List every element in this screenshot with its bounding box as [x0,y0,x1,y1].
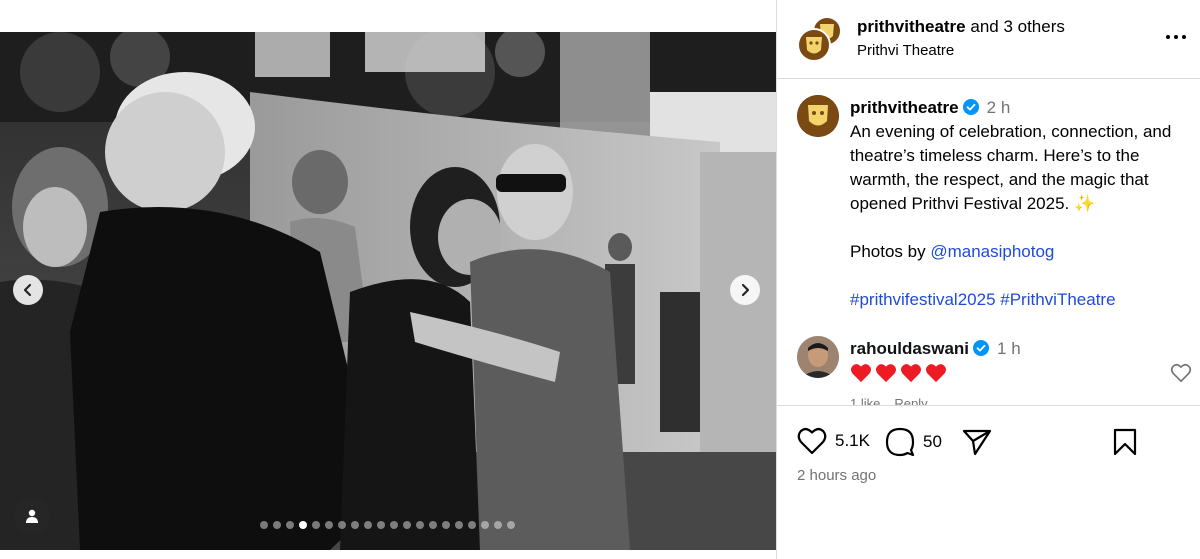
verified-icon [973,340,990,356]
carousel-dot [403,521,411,529]
red-heart-icon [851,364,871,383]
carousel-dot [416,521,424,529]
chevron-right-icon [741,283,750,297]
comment-action: 50 [885,427,942,457]
post-details-panel: prithvitheatre and 3 others Prithvi Thea… [776,0,1200,559]
carousel-dot [312,521,320,529]
carousel-dot [260,521,268,529]
carousel-dot [455,521,463,529]
hashtag-link-festival[interactable]: #prithvifestival2025 [850,290,996,309]
red-heart-icon [926,364,946,383]
header-collab-suffix[interactable]: and 3 others [966,17,1065,36]
carousel-dot [377,521,385,529]
carousel-dot [390,521,398,529]
comment-meta: 1 like Reply [850,396,942,405]
commenter-avatar[interactable] [797,336,839,378]
header-username[interactable]: prithvitheatre [857,17,966,36]
carousel-dot [338,521,346,529]
comment-time[interactable]: 1 h [997,339,1021,358]
like-count[interactable]: 5.1K [835,431,870,451]
carousel-dot [429,521,437,529]
theatre-mask-logo [797,16,842,62]
post-photo[interactable] [0,32,776,550]
comment-likes-count[interactable]: 1 like [850,396,880,405]
heart-icon[interactable] [797,427,827,455]
carousel-dot [494,521,502,529]
post-author-line[interactable]: prithvitheatre and 3 others [857,17,1065,37]
carousel-dot-active [299,521,307,529]
photo-credit-prefix: Photos by [850,242,931,261]
previous-photo-button[interactable] [13,275,43,305]
more-icon [1166,35,1186,39]
theatre-mask-logo [797,95,839,137]
carousel-dot [325,521,333,529]
like-action: 5.1K [797,427,870,455]
user-tag-icon [26,509,38,523]
carousel-dot [442,521,450,529]
comment-count[interactable]: 50 [923,432,942,452]
commenter-username[interactable]: rahouldaswani [850,339,969,358]
carousel-dot [286,521,294,529]
tagged-users-button[interactable] [14,498,50,534]
post-caption: prithvitheatre 2 h An evening of celebrat… [850,96,1196,312]
collab-avatars[interactable] [797,16,843,62]
chevron-left-icon [23,283,32,297]
verified-icon [962,99,979,115]
share-icon [962,429,992,456]
bookmark-icon [1113,428,1137,456]
comment-text: ❤️❤️❤️❤️ [850,363,1150,383]
carousel-dot [273,521,281,529]
caption-text: An evening of celebration, connection, a… [850,122,1172,213]
comment-icon[interactable] [885,427,915,457]
caption-username[interactable]: prithvitheatre [850,98,959,117]
photographer-mention-link[interactable]: @manasiphotog [930,242,1054,261]
caption-avatar[interactable] [797,95,839,137]
post-header: prithvitheatre and 3 others Prithvi Thea… [777,0,1200,79]
hashtag-link-theatre[interactable]: #PrithviTheatre [1000,290,1115,309]
avatar [797,336,839,378]
save-button[interactable] [1113,428,1137,461]
more-options-button[interactable] [1163,27,1189,47]
carousel-dot [507,521,515,529]
carousel-dot [468,521,476,529]
heart-icon [1170,364,1192,383]
comment: rahouldaswani 1 h ❤️❤️❤️❤️ [850,337,1150,383]
next-photo-button[interactable] [730,275,760,305]
carousel-dot [481,521,489,529]
share-button[interactable] [962,428,992,461]
carousel-indicator [260,521,515,529]
post-timestamp[interactable]: 2 hours ago [797,467,876,484]
photo-illustration [0,32,776,550]
post-media [0,0,776,559]
post-actions: 5.1K 50 2 hours ago [777,405,1200,559]
red-heart-icon [901,364,921,383]
red-heart-icon [876,364,896,383]
carousel-dot [364,521,372,529]
caption-time[interactable]: 2 h [987,98,1011,117]
carousel-dot [351,521,359,529]
comment-like-button[interactable] [1170,363,1192,383]
post-location[interactable]: Prithvi Theatre [857,42,954,59]
comment-reply-button[interactable]: Reply [894,396,927,405]
